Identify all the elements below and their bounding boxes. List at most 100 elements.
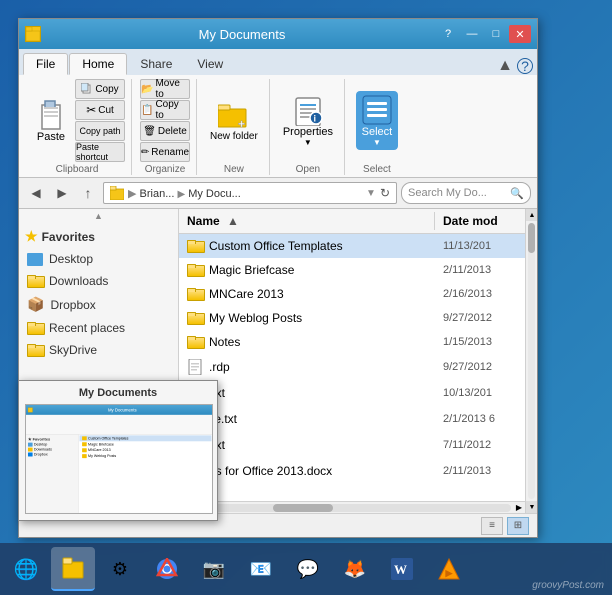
close-button[interactable]: ✕	[509, 25, 531, 43]
table-row[interactable]: .txt 10/13/201	[179, 380, 525, 406]
table-row[interactable]: .txt 7/11/2012	[179, 432, 525, 458]
copy-path-button[interactable]: Copy path	[75, 121, 125, 141]
move-to-button[interactable]: 📂 Move to	[140, 79, 190, 99]
sidebar-item-recent[interactable]: Recent places	[19, 317, 178, 339]
taskbar-app5[interactable]: 📷	[192, 547, 236, 591]
skydrive-icon	[27, 344, 43, 357]
copy-to-button[interactable]: 📋 Copy to	[140, 100, 190, 120]
file-row-date: 2/1/2013 6	[435, 411, 525, 427]
taskbar-vlc[interactable]: ▶	[427, 547, 471, 591]
new-items: + New folder	[205, 79, 263, 162]
search-icon: 🔍	[510, 187, 524, 200]
tab-home[interactable]: Home	[69, 53, 127, 75]
table-row[interactable]: W es for Office 2013.docx 2/11/2013	[179, 458, 525, 484]
dropbox-icon: 📦	[27, 296, 44, 313]
file-row-date: 11/13/201	[435, 238, 525, 254]
svg-text:i: i	[313, 114, 316, 124]
table-row[interactable]: ile.txt 2/1/2013 6	[179, 406, 525, 432]
tab-share[interactable]: Share	[128, 53, 184, 75]
address-box[interactable]: ▶ Brian... ▶ My Docu... ▼ ↻	[103, 182, 397, 204]
svg-text:+: +	[238, 117, 245, 129]
rename-button[interactable]: ✏ Rename	[140, 142, 190, 162]
new-folder-label: New folder	[210, 131, 258, 142]
tab-view[interactable]: View	[185, 53, 235, 75]
vertical-scrollbar[interactable]: ▲ ▼	[525, 209, 537, 513]
properties-dropdown[interactable]: ▼	[304, 138, 312, 147]
hscroll-thumb[interactable]	[273, 504, 333, 512]
table-row[interactable]: Magic Briefcase 2/11/2013	[179, 258, 525, 282]
paste-shortcut-button[interactable]: Paste shortcut	[75, 142, 125, 162]
sidebar-item-dropbox[interactable]: 📦 Dropbox	[19, 292, 178, 317]
breadcrumb: ▶ Brian... ▶ My Docu...	[128, 187, 241, 200]
taskbar-explorer[interactable]	[51, 547, 95, 591]
select-dropdown[interactable]: ▼	[373, 138, 381, 147]
col-header-date[interactable]: Date mod	[435, 212, 525, 230]
downloads-label: Downloads	[49, 274, 108, 288]
sidebar-item-skydrive[interactable]: SkyDrive	[19, 339, 178, 361]
paste-button[interactable]: Paste	[29, 96, 73, 146]
address-bar: ◀ ▶ ↑ ▶ Brian... ▶ My Docu... ▼ ↻ Search…	[19, 178, 537, 209]
cut-button[interactable]: ✂ Cut	[75, 100, 125, 120]
select-button[interactable]: Select ▼	[356, 91, 398, 150]
help-icon[interactable]: ?	[517, 58, 533, 74]
thumbnail-popup[interactable]: My Documents My Documents ★ Favorites De…	[18, 380, 218, 521]
sidebar-item-downloads[interactable]: Downloads	[19, 270, 178, 292]
select-label: Select	[362, 126, 393, 138]
ribbon-group-new: + New folder New	[199, 79, 270, 175]
clipboard-items: Paste Copy ✂ Cut Copy	[29, 79, 125, 162]
taskbar-outlook[interactable]: 📧	[239, 547, 283, 591]
minimize-button[interactable]: —	[461, 25, 483, 43]
scroll-up-btn[interactable]: ▲	[526, 209, 537, 221]
table-row[interactable]: Custom Office Templates 11/13/201	[179, 234, 525, 258]
sidebar-item-desktop[interactable]: Desktop	[19, 248, 178, 270]
new-folder-button[interactable]: + New folder	[205, 96, 263, 145]
status-right: ≡ ⊞	[481, 517, 529, 535]
help-button[interactable]: ?	[437, 25, 459, 43]
sidebar-scroll-up[interactable]: ▲	[19, 209, 178, 223]
maximize-button[interactable]: □	[485, 25, 507, 43]
back-button[interactable]: ◀	[25, 182, 47, 204]
forward-button[interactable]: ▶	[51, 182, 73, 204]
up-button[interactable]: ↑	[77, 182, 99, 204]
scroll-right-btn[interactable]: ▶	[513, 503, 525, 512]
file-row-name: MNCare 2013	[179, 285, 435, 303]
table-row[interactable]: Notes 1/15/2013	[179, 330, 525, 354]
new-folder-icon: +	[218, 99, 250, 131]
delete-button[interactable]: 🗑 Delete	[140, 121, 190, 141]
folder-icon	[187, 312, 203, 325]
organize-items: 📂 Move to 📋 Copy to 🗑 Delete	[140, 79, 190, 162]
horizontal-scrollbar[interactable]: ◀ ▶	[179, 501, 525, 513]
tab-file[interactable]: File	[23, 53, 68, 75]
file-row-date: 7/11/2012	[435, 437, 525, 453]
thumbnail-image: My Documents ★ Favorites Desktop Downloa…	[25, 404, 213, 514]
file-row-name: Magic Briefcase	[179, 261, 435, 279]
file-row-date: 9/27/2012	[435, 310, 525, 326]
breadcrumb-dropdown[interactable]: ▼	[366, 188, 376, 199]
scroll-down-btn[interactable]: ▼	[526, 501, 537, 513]
file-row-date: 1/15/2013	[435, 334, 525, 350]
col-header-name[interactable]: Name ▲	[179, 212, 435, 230]
copy-button[interactable]: Copy	[75, 79, 125, 99]
taskbar-firefox[interactable]: 🦊	[333, 547, 377, 591]
table-row[interactable]: My Weblog Posts 9/27/2012	[179, 306, 525, 330]
favorites-section[interactable]: ★ Favorites	[19, 223, 178, 248]
file-row-name: .rdp	[179, 357, 435, 377]
taskbar-chrome[interactable]	[145, 547, 189, 591]
table-row[interactable]: .rdp 9/27/2012	[179, 354, 525, 380]
table-row[interactable]: MNCare 2013 2/16/2013	[179, 282, 525, 306]
taskbar-skype[interactable]: 💬	[286, 547, 330, 591]
refresh-button[interactable]: ↻	[380, 186, 390, 200]
vscroll-thumb[interactable]	[528, 223, 535, 253]
sort-arrow: ▲	[227, 214, 239, 228]
search-box[interactable]: Search My Do... 🔍	[401, 182, 531, 204]
taskbar-word[interactable]: W	[380, 547, 424, 591]
up-arrow-icon[interactable]: ▲	[497, 57, 513, 75]
view-list-btn[interactable]: ≡	[481, 517, 503, 535]
taskbar-app3[interactable]: ⚙	[98, 547, 142, 591]
file-icon	[187, 359, 203, 375]
taskbar-ie[interactable]: 🌐	[4, 547, 48, 591]
desktop: My Documents ? — □ ✕ File Home Share Vie…	[0, 0, 612, 595]
properties-button[interactable]: i Properties ▼	[278, 91, 338, 150]
ribbon-tab-bar: File Home Share View ▲ ?	[19, 49, 537, 75]
view-details-btn[interactable]: ⊞	[507, 517, 529, 535]
